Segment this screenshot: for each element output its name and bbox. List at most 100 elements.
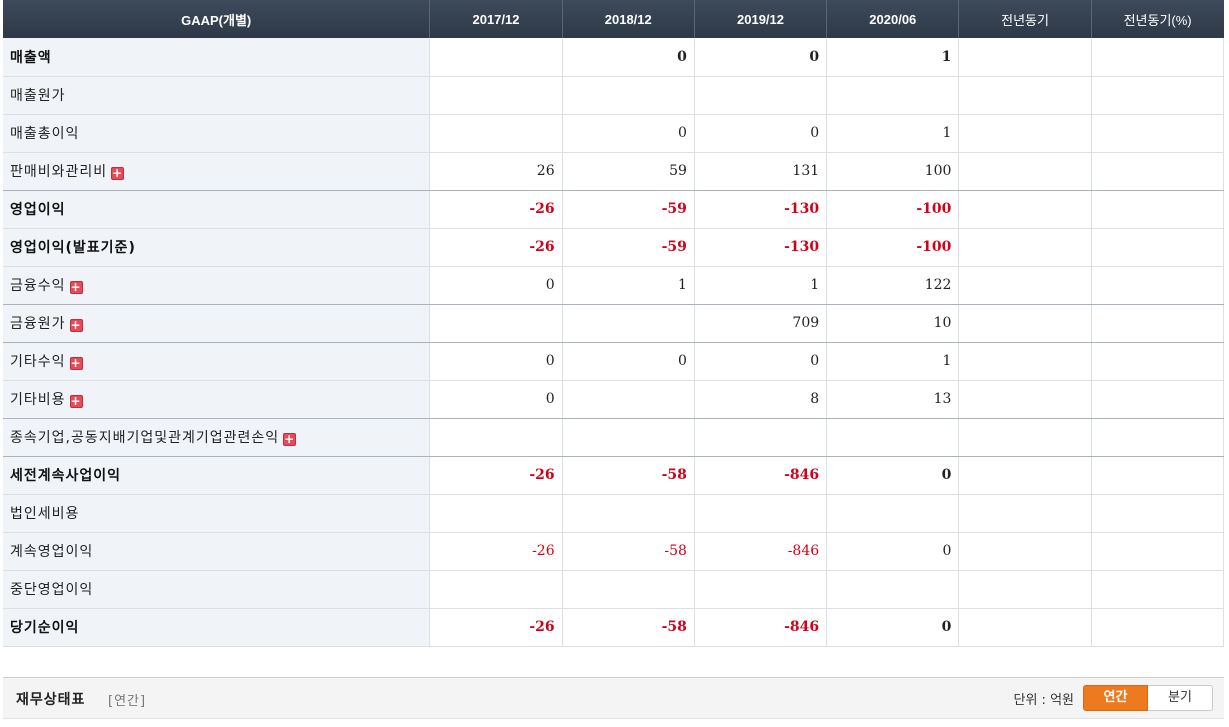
row-label: 영업이익 bbox=[10, 202, 66, 218]
value-cell-2020-06: 0 bbox=[826, 608, 960, 647]
table-row: 영업이익 -26 -59 -130 -100 bbox=[3, 190, 1225, 229]
table-row: 매출원가 bbox=[3, 76, 1225, 115]
value-cell-2020-06: 122 bbox=[826, 266, 960, 305]
table-row: 금융원가 +709 10 bbox=[3, 304, 1225, 343]
value-cell-2017-12: 0 bbox=[429, 380, 563, 419]
value-cell-prev-year-pct bbox=[1091, 304, 1225, 343]
table-row: 계속영업이익 -26 -58 -846 0 bbox=[3, 532, 1225, 571]
plus-icon[interactable]: + bbox=[69, 357, 83, 370]
row-label: 종속기업,공동지배기업및관계기업관련손익 bbox=[10, 430, 280, 446]
value-cell-2019-12: 131 bbox=[694, 152, 828, 191]
value-cell-2017-12: -26 bbox=[429, 608, 563, 647]
value-cell-2017-12: -26 bbox=[429, 456, 563, 495]
row-label-cell: 세전계속사업이익 bbox=[3, 456, 431, 495]
value-cell-2019-12: -130 bbox=[694, 190, 828, 229]
value-cell-prev-year-pct bbox=[1091, 152, 1225, 191]
quarterly-button[interactable]: 분기 bbox=[1148, 685, 1213, 711]
row-label: 매출액 bbox=[10, 49, 52, 66]
value-cell-2019-12: 709 bbox=[694, 304, 828, 343]
value-cell-2018-12: 0 bbox=[562, 114, 695, 153]
table-row: 종속기업,공동지배기업및관계기업관련손익 + bbox=[3, 418, 1225, 457]
value-cell-prev-year-pct bbox=[1091, 494, 1225, 533]
value-cell-2020-06: -100 bbox=[826, 190, 960, 229]
value-cell-2017-12: 0 bbox=[429, 266, 563, 305]
value-cell-prev-year-pct bbox=[1091, 570, 1225, 609]
value-cell-2017-12 bbox=[429, 304, 563, 343]
value-cell-2019-12: -846 bbox=[694, 456, 828, 495]
table-row: 당기순이익 -26 -58 -846 0 bbox=[3, 608, 1225, 647]
table-row: 기타수익 +0 0 0 1 bbox=[3, 342, 1225, 381]
value-cell-2019-12: 0 bbox=[694, 38, 828, 77]
header-prev-year: 전년동기 bbox=[958, 0, 1092, 38]
row-label: 중단영업이익 bbox=[10, 582, 94, 598]
value-cell-2018-12: 59 bbox=[562, 152, 695, 191]
row-label: 기타수익 bbox=[10, 354, 66, 370]
annual-button[interactable]: 연간 bbox=[1083, 685, 1148, 711]
value-cell-2017-12: -26 bbox=[429, 532, 563, 571]
value-cell-prev-year bbox=[958, 190, 1092, 229]
value-cell-2017-12 bbox=[429, 114, 563, 153]
value-cell-2020-06: 0 bbox=[826, 456, 960, 495]
row-label: 판매비와관리비 bbox=[10, 164, 108, 180]
value-cell-prev-year-pct bbox=[1091, 76, 1225, 115]
row-label: 금융수익 bbox=[10, 278, 66, 294]
value-cell-2020-06: 1 bbox=[826, 342, 960, 381]
table-row: 세전계속사업이익 -26 -58 -846 0 bbox=[3, 456, 1225, 495]
row-label-cell: 종속기업,공동지배기업및관계기업관련손익 + bbox=[3, 418, 431, 457]
row-label: 매출원가 bbox=[10, 88, 66, 104]
value-cell-prev-year bbox=[958, 228, 1092, 267]
header-2018-12: 2018/12 bbox=[562, 0, 695, 38]
value-cell-prev-year bbox=[958, 494, 1092, 533]
plus-icon[interactable]: + bbox=[111, 167, 125, 180]
row-label-cell: 법인세비용 bbox=[3, 494, 431, 533]
value-cell-prev-year-pct bbox=[1091, 114, 1225, 153]
row-label: 금융원가 bbox=[10, 316, 66, 332]
value-cell-prev-year-pct bbox=[1091, 418, 1225, 457]
row-label-cell: 판매비와관리비 + bbox=[3, 152, 431, 191]
value-cell-2020-06: 100 bbox=[826, 152, 960, 191]
value-cell-2017-12: 26 bbox=[429, 152, 563, 191]
header-2017-12: 2017/12 bbox=[429, 0, 563, 38]
income-statement-table: GAAP(개별) 2017/12 2018/12 2019/12 2020/06… bbox=[3, 0, 1225, 647]
header-2019-12: 2019/12 bbox=[694, 0, 828, 38]
value-cell-prev-year bbox=[958, 532, 1092, 571]
row-label: 매출총이익 bbox=[10, 126, 80, 142]
row-label-cell: 기타비용 + bbox=[3, 380, 431, 419]
period-toggle: 연간 분기 bbox=[1083, 685, 1213, 711]
table-row: 매출액 0 0 1 bbox=[3, 38, 1225, 77]
plus-icon[interactable]: + bbox=[69, 319, 83, 332]
value-cell-2018-12: -59 bbox=[562, 190, 695, 229]
row-label-cell: 기타수익 + bbox=[3, 342, 431, 381]
table-row: 기타비용 +0 8 13 bbox=[3, 380, 1225, 419]
plus-icon[interactable]: + bbox=[69, 395, 83, 408]
header-gaap: GAAP(개별) bbox=[3, 0, 431, 38]
value-cell-2019-12: -846 bbox=[694, 532, 828, 571]
value-cell-prev-year bbox=[958, 114, 1092, 153]
value-cell-prev-year bbox=[958, 342, 1092, 381]
plus-icon[interactable]: + bbox=[69, 281, 83, 294]
row-label-cell: 금융원가 + bbox=[3, 304, 431, 343]
value-cell-2020-06: 1 bbox=[826, 38, 960, 77]
row-label-cell: 매출원가 bbox=[3, 76, 431, 115]
row-label-cell: 영업이익 bbox=[3, 190, 431, 229]
value-cell-2018-12: -59 bbox=[562, 228, 695, 267]
value-cell-2018-12 bbox=[562, 304, 695, 343]
value-cell-2020-06 bbox=[826, 494, 960, 533]
value-cell-prev-year-pct bbox=[1091, 190, 1225, 229]
value-cell-prev-year bbox=[958, 266, 1092, 305]
plus-icon[interactable]: + bbox=[283, 433, 297, 446]
row-label: 계속영업이익 bbox=[10, 544, 94, 560]
value-cell-2019-12: 0 bbox=[694, 342, 828, 381]
value-cell-2019-12: -130 bbox=[694, 228, 828, 267]
value-cell-prev-year-pct bbox=[1091, 38, 1225, 77]
value-cell-2019-12 bbox=[694, 76, 828, 115]
value-cell-2018-12 bbox=[562, 380, 695, 419]
period-label: [연간] bbox=[108, 694, 147, 709]
value-cell-prev-year bbox=[958, 304, 1092, 343]
value-cell-2020-06: 0 bbox=[826, 532, 960, 571]
value-cell-2019-12 bbox=[694, 418, 828, 457]
row-label-cell: 계속영업이익 bbox=[3, 532, 431, 571]
value-cell-2018-12: -58 bbox=[562, 608, 695, 647]
value-cell-prev-year-pct bbox=[1091, 608, 1225, 647]
value-cell-prev-year-pct bbox=[1091, 342, 1225, 381]
